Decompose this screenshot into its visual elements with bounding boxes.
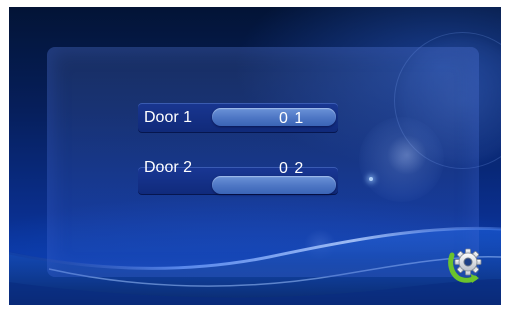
door-code-pill[interactable] (212, 176, 336, 194)
settings-button[interactable] (446, 243, 486, 283)
gear-icon (448, 248, 482, 283)
door-label: Door 2 (144, 159, 193, 176)
door-row-1[interactable]: Door 1 0 1 (138, 103, 338, 133)
door-code-pill[interactable] (212, 108, 336, 126)
screen (9, 7, 501, 305)
door-row-2[interactable]: Door 2 0 2 (138, 159, 338, 195)
door-code: 0 1 (279, 110, 305, 127)
door-code: 0 2 (279, 160, 305, 177)
door-label: Door 1 (144, 109, 193, 126)
